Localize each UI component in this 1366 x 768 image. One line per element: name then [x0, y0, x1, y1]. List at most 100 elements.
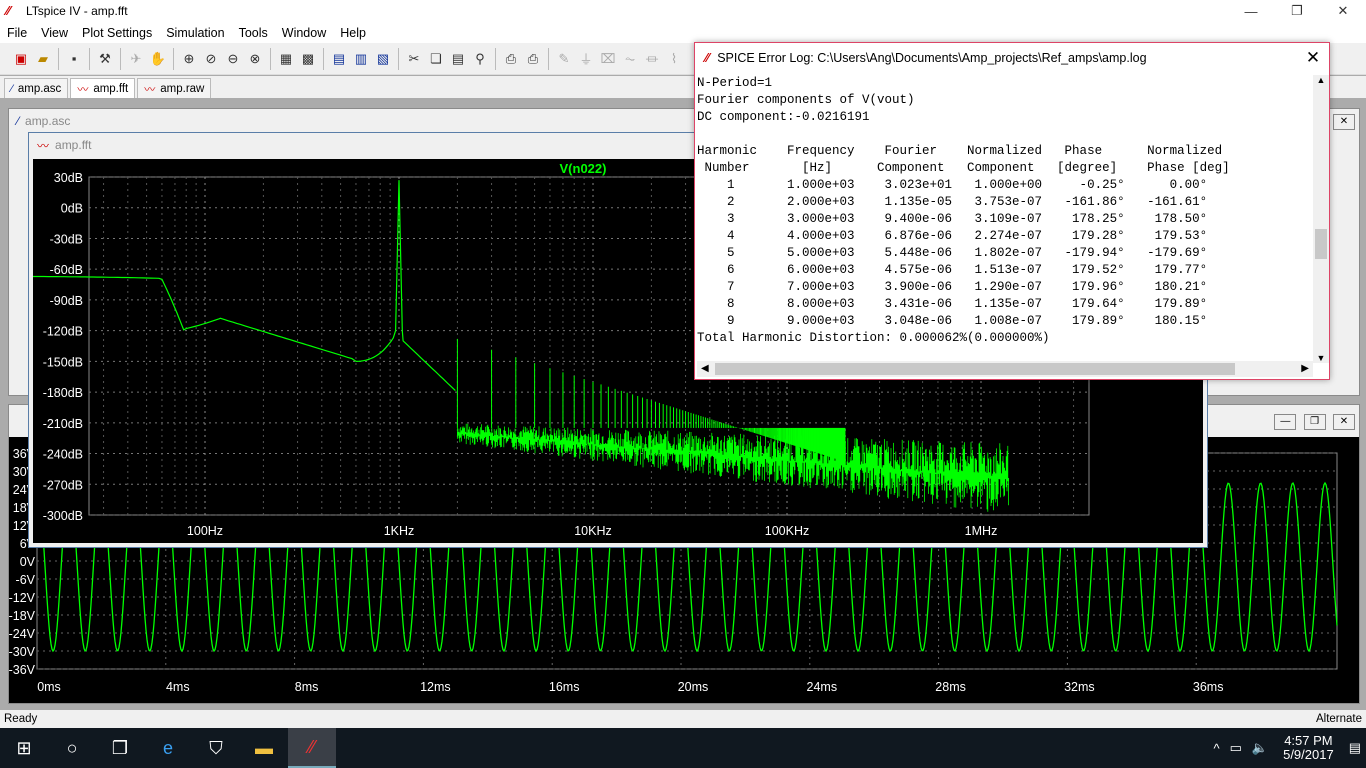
- store-icon[interactable]: ⛉: [192, 728, 240, 768]
- notification-icon[interactable]: ▤: [1344, 740, 1366, 756]
- window-title: LTspice IV - amp.fft: [26, 4, 128, 18]
- clock[interactable]: 4:57 PM 5/9/2017: [1273, 734, 1344, 762]
- start-icon[interactable]: ⊞: [0, 728, 48, 768]
- waveform-icon: 〰: [77, 83, 89, 96]
- log-line: 7 7.000e+03 3.900e-06 1.290e-07 179.96° …: [697, 280, 1208, 294]
- taskbar: ⊞ ○ ❐ e ⛉ ▬ ⁄⁄ ^ ▭ 🔈 4:57 PM 5/9/2017 ▤: [0, 728, 1366, 768]
- close-icon[interactable]: ✕: [1333, 113, 1355, 130]
- y-tick-label: -300dB: [43, 509, 83, 523]
- status-text: Ready: [4, 713, 38, 725]
- scroll-up-icon[interactable]: ▲: [1313, 75, 1329, 85]
- log-line: Number [Hz] Component Component [degree]…: [697, 161, 1230, 175]
- scroll-down-icon[interactable]: ▼: [1313, 353, 1329, 363]
- tile-horizontal-icon[interactable]: ▤: [328, 48, 350, 70]
- log-line: Harmonic Frequency Fourier Normalized Ph…: [697, 144, 1223, 158]
- menu-window[interactable]: Window: [275, 26, 333, 40]
- menu-bar: File View Plot Settings Simulation Tools…: [0, 22, 1366, 43]
- y-tick-label: -24V: [9, 627, 36, 641]
- print-preview-icon[interactable]: ⎙: [500, 48, 522, 70]
- print-icon[interactable]: ⎙: [522, 48, 544, 70]
- capacitor-icon[interactable]: ⏛: [641, 48, 663, 70]
- volume-icon[interactable]: 🔈: [1247, 740, 1273, 756]
- y-tick-label: -270dB: [43, 478, 83, 492]
- run-icon[interactable]: ✈: [125, 48, 147, 70]
- grid-icon[interactable]: ▩: [297, 48, 319, 70]
- open-icon[interactable]: ▰: [32, 48, 54, 70]
- x-tick-label: 100Hz: [187, 524, 223, 538]
- menu-file[interactable]: File: [0, 26, 34, 40]
- scroll-thumb[interactable]: [715, 363, 1235, 375]
- cascade-icon[interactable]: ▥: [350, 48, 372, 70]
- x-tick-label: 0ms: [37, 680, 61, 694]
- close-icon[interactable]: ✕: [1333, 413, 1355, 430]
- mdi-workspace: ⁄ amp.asc ✕ — ❐ ✕ 36V30V24V18V12V6V0V-6V…: [0, 42, 1366, 710]
- tab-amp-raw[interactable]: 〰 amp.raw: [137, 78, 212, 98]
- save-icon[interactable]: ▪: [63, 48, 85, 70]
- wire-icon[interactable]: ✎: [553, 48, 575, 70]
- zoom-fit-icon[interactable]: ⊗: [244, 48, 266, 70]
- restore-icon[interactable]: ❐: [1303, 413, 1326, 430]
- ltspice-taskbar-icon[interactable]: ⁄⁄: [288, 728, 336, 768]
- tab-amp-asc[interactable]: ⁄ amp.asc: [4, 78, 69, 98]
- x-tick-label: 12ms: [420, 680, 451, 694]
- vertical-scrollbar[interactable]: ▲ ▼: [1313, 75, 1329, 363]
- horizontal-scrollbar[interactable]: ◀ ▶: [697, 361, 1313, 377]
- resistor-icon[interactable]: ⏦: [619, 48, 641, 70]
- close-icon[interactable]: ✕: [1301, 47, 1325, 69]
- file-explorer-icon[interactable]: ▬: [240, 728, 288, 768]
- task-view-icon[interactable]: ❐: [96, 728, 144, 768]
- tab-label: amp.asc: [17, 82, 62, 95]
- new-schematic-icon[interactable]: ▣: [10, 48, 32, 70]
- scrollbar[interactable]: [11, 135, 27, 395]
- tab-amp-fft[interactable]: 〰 amp.fft: [70, 78, 136, 98]
- tile-vertical-icon[interactable]: ▧: [372, 48, 394, 70]
- scroll-left-icon[interactable]: ◀: [701, 363, 709, 374]
- copy-icon[interactable]: ❏: [425, 48, 447, 70]
- scroll-right-icon[interactable]: ▶: [1301, 363, 1309, 374]
- autorange-icon[interactable]: ▦: [275, 48, 297, 70]
- status-bar: Ready Alternate: [0, 710, 1366, 728]
- title-bar: ⁄⁄ LTspice IV - amp.fft — ❐ ✕: [0, 0, 1366, 22]
- waveform-icon: 〰: [144, 83, 156, 96]
- find-icon[interactable]: ⚲: [469, 48, 491, 70]
- minimize-icon[interactable]: —: [1274, 413, 1297, 430]
- ground-icon[interactable]: ⏚: [575, 48, 597, 70]
- cut-icon[interactable]: ✂: [403, 48, 425, 70]
- x-tick-label: 100KHz: [765, 524, 809, 538]
- menu-view[interactable]: View: [34, 26, 75, 40]
- close-button[interactable]: ✕: [1320, 0, 1366, 22]
- network-icon[interactable]: ▭: [1225, 740, 1247, 756]
- clock-time: 4:57 PM: [1284, 733, 1333, 748]
- inductor-icon[interactable]: ⌇: [663, 48, 685, 70]
- menu-simulation[interactable]: Simulation: [159, 26, 231, 40]
- paste-icon[interactable]: ▤: [447, 48, 469, 70]
- zoom-out-icon[interactable]: ⊖: [222, 48, 244, 70]
- menu-plot-settings[interactable]: Plot Settings: [75, 26, 159, 40]
- log-line: 5 5.000e+03 5.448e-06 1.802e-07 -179.94°…: [697, 246, 1208, 260]
- restore-button[interactable]: ❐: [1274, 0, 1320, 22]
- pan-icon[interactable]: ✋: [147, 48, 169, 70]
- tray-expand-icon[interactable]: ^: [1209, 741, 1225, 756]
- schematic-icon: ⁄: [17, 114, 20, 128]
- edge-browser-icon[interactable]: e: [144, 728, 192, 768]
- control-panel-icon[interactable]: ⚒: [94, 48, 116, 70]
- error-log-text: N-Period=1 Fourier components of V(vout) D…: [697, 75, 1230, 347]
- minimize-button[interactable]: —: [1228, 0, 1274, 22]
- scrollbar[interactable]: [1341, 135, 1357, 395]
- log-line: 2 2.000e+03 1.135e-05 3.753e-07 -161.86°…: [697, 195, 1208, 209]
- menu-tools[interactable]: Tools: [232, 26, 275, 40]
- x-tick-label: 8ms: [295, 680, 319, 694]
- zoom-pan-icon[interactable]: ⊘: [200, 48, 222, 70]
- search-icon[interactable]: ○: [48, 728, 96, 768]
- scroll-thumb[interactable]: [1315, 229, 1327, 259]
- log-line: 8 8.000e+03 3.431e-06 1.135e-07 179.64° …: [697, 297, 1208, 311]
- spice-error-log-window[interactable]: ⁄⁄ SPICE Error Log: C:\Users\Ang\Documen…: [694, 42, 1330, 380]
- menu-help[interactable]: Help: [333, 26, 373, 40]
- zoom-in-icon[interactable]: ⊕: [178, 48, 200, 70]
- fft-trace-noise: [457, 423, 1009, 512]
- y-tick-label: -210dB: [43, 417, 83, 431]
- label-icon[interactable]: ⌧: [597, 48, 619, 70]
- error-log-titlebar[interactable]: ⁄⁄ SPICE Error Log: C:\Users\Ang\Documen…: [695, 43, 1329, 73]
- system-tray: ^ ▭ 🔈 4:57 PM 5/9/2017 ▤: [1209, 728, 1366, 768]
- separator: [495, 47, 496, 70]
